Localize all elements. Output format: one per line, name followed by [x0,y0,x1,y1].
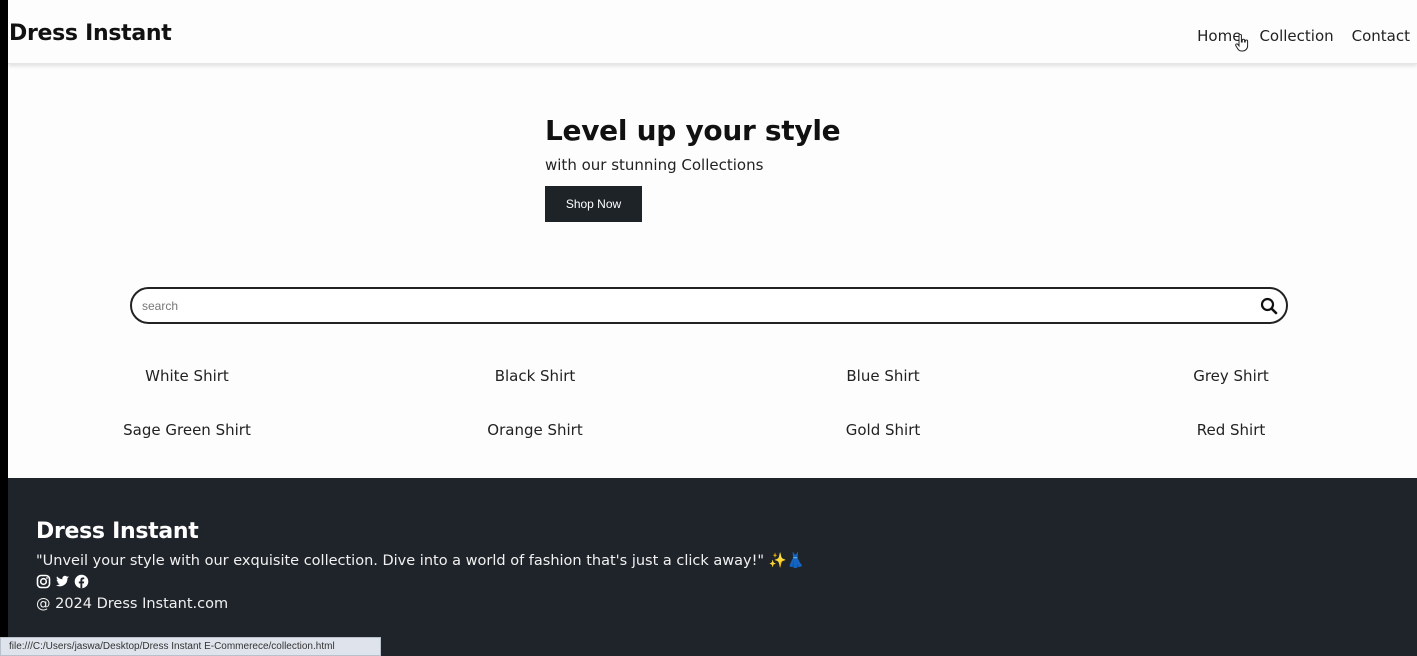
main-nav: Home Collection Contact [1197,27,1410,45]
status-bar-url: file:///C:/Users/jaswa/Desktop/Dress Ins… [0,637,381,656]
hero-title: Level up your style [545,114,841,147]
site-header: Dress Instant Home Collection Contact [8,0,1417,64]
twitter-icon[interactable] [55,574,70,589]
product-grey-shirt[interactable]: Grey Shirt [1131,367,1331,385]
product-sage-green-shirt[interactable]: Sage Green Shirt [87,421,287,439]
product-red-shirt[interactable]: Red Shirt [1131,421,1331,439]
instagram-icon[interactable] [36,574,51,589]
search-bar [130,287,1288,324]
product-blue-shirt[interactable]: Blue Shirt [783,367,983,385]
nav-collection[interactable]: Collection [1259,27,1333,45]
footer-title: Dress Instant [36,519,199,544]
search-input[interactable] [142,295,1242,317]
site-logo[interactable]: Dress Instant [9,21,172,46]
social-links [36,574,89,589]
nav-contact[interactable]: Contact [1352,27,1410,45]
shop-now-button[interactable]: Shop Now [545,186,642,222]
product-gold-shirt[interactable]: Gold Shirt [783,421,983,439]
hero-subtitle: with our stunning Collections [545,156,764,174]
product-black-shirt[interactable]: Black Shirt [435,367,635,385]
product-orange-shirt[interactable]: Orange Shirt [435,421,635,439]
site-footer: Dress Instant "Unveil your style with ou… [8,478,1417,656]
footer-tagline: "Unveil your style with our exquisite co… [36,553,805,569]
search-icon[interactable] [1260,297,1278,315]
product-white-shirt[interactable]: White Shirt [87,367,287,385]
copyright-text: @ 2024 Dress Instant.com [36,596,229,612]
facebook-icon[interactable] [74,574,89,589]
page: Dress Instant Home Collection Contact Le… [0,0,1417,656]
hand-cursor-icon [1235,34,1249,52]
